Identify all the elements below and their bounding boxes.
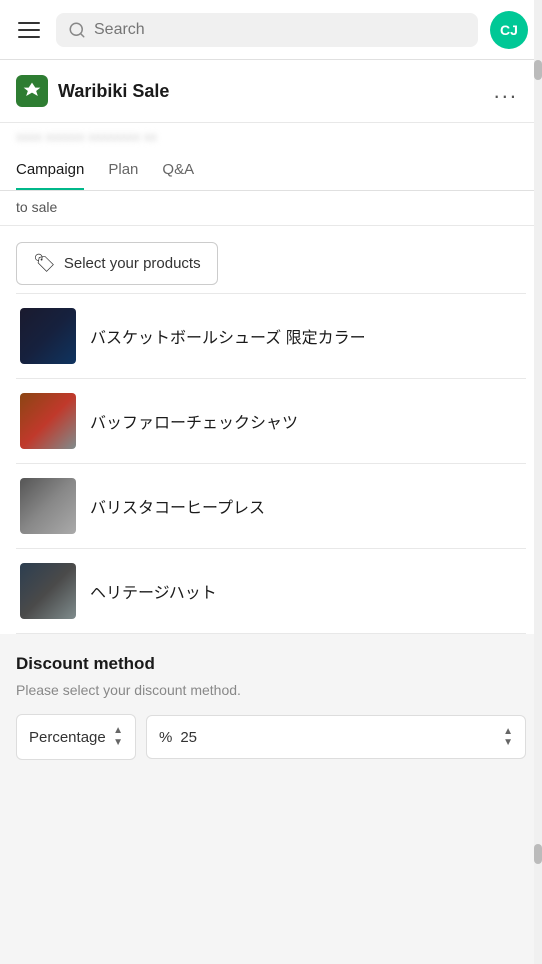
product-item[interactable]: ヘリテージハット: [16, 549, 526, 634]
product-thumbnail: [20, 563, 76, 619]
discount-title: Discount method: [16, 654, 526, 674]
top-bar: CJ: [0, 0, 542, 60]
search-box: [56, 13, 478, 47]
subtitle-blurred-text: xxxx xxxxxx xxxxxxxx xx: [16, 129, 526, 149]
more-options-button[interactable]: ...: [486, 74, 526, 108]
product-name: バスケットボールシューズ 限定カラー: [90, 324, 366, 348]
product-name: バッファローチェックシャツ: [90, 409, 298, 433]
tab-plan[interactable]: Plan: [108, 149, 138, 190]
percent-value: 25: [180, 729, 495, 746]
product-item[interactable]: バッファローチェックシャツ: [16, 379, 526, 464]
spinner-up[interactable]: ▲: [503, 726, 513, 737]
app-title: Waribiki Sale: [58, 81, 169, 102]
scrollbar-thumb-bottom[interactable]: [534, 844, 542, 864]
hamburger-line-2: [18, 29, 40, 31]
product-thumbnail: [20, 478, 76, 534]
discount-method-label: Percentage: [29, 729, 106, 746]
tabs-bar: Campaign Plan Q&A: [0, 149, 542, 191]
app-header: Waribiki Sale ...: [0, 60, 542, 123]
arrow-up: ▲: [113, 725, 123, 737]
app-header-left: Waribiki Sale: [16, 75, 169, 107]
hamburger-line-1: [18, 22, 40, 24]
search-icon: [68, 21, 86, 39]
discount-section: Discount method Please select your disco…: [0, 634, 542, 776]
app-logo-icon: [16, 75, 48, 107]
select-arrows: ▲ ▼: [113, 725, 123, 749]
hamburger-line-3: [18, 36, 40, 38]
discount-method-select[interactable]: Percentage ▲ ▼: [16, 714, 136, 760]
product-name: バリスタコーヒープレス: [90, 494, 265, 518]
to-sale-bar: to sale: [0, 191, 542, 226]
products-section: 🏷 Select your products バスケットボールシューズ 限定カラ…: [0, 226, 542, 634]
tag-icon: 🏷: [33, 253, 56, 274]
hamburger-button[interactable]: [14, 18, 44, 42]
avatar[interactable]: CJ: [490, 11, 528, 49]
to-sale-text: to sale: [16, 199, 57, 215]
scrollbar-thumb-top[interactable]: [534, 60, 542, 80]
percent-input-container: % 25 ▲ ▼: [146, 715, 526, 759]
product-name: ヘリテージハット: [90, 579, 217, 603]
select-products-label: Select your products: [64, 255, 201, 272]
product-thumbnail: [20, 393, 76, 449]
tab-qna[interactable]: Q&A: [162, 149, 194, 190]
subtitle-bar: xxxx xxxxxx xxxxxxxx xx: [0, 123, 542, 149]
product-list: バスケットボールシューズ 限定カラー バッファローチェックシャツ バリスタコーヒ…: [16, 293, 526, 634]
spinner-arrows[interactable]: ▲ ▼: [503, 726, 513, 748]
discount-controls: Percentage ▲ ▼ % 25 ▲ ▼: [16, 714, 526, 760]
discount-subtitle: Please select your discount method.: [16, 682, 526, 698]
tab-campaign[interactable]: Campaign: [16, 149, 84, 190]
scrollbar-track[interactable]: [534, 0, 542, 964]
product-item[interactable]: バリスタコーヒープレス: [16, 464, 526, 549]
product-thumbnail: [20, 308, 76, 364]
spinner-down[interactable]: ▼: [503, 737, 513, 748]
product-item[interactable]: バスケットボールシューズ 限定カラー: [16, 294, 526, 379]
arrow-down: ▼: [113, 737, 123, 749]
select-products-button[interactable]: 🏷 Select your products: [16, 242, 218, 285]
search-input[interactable]: [94, 21, 466, 39]
percent-symbol: %: [159, 729, 172, 746]
